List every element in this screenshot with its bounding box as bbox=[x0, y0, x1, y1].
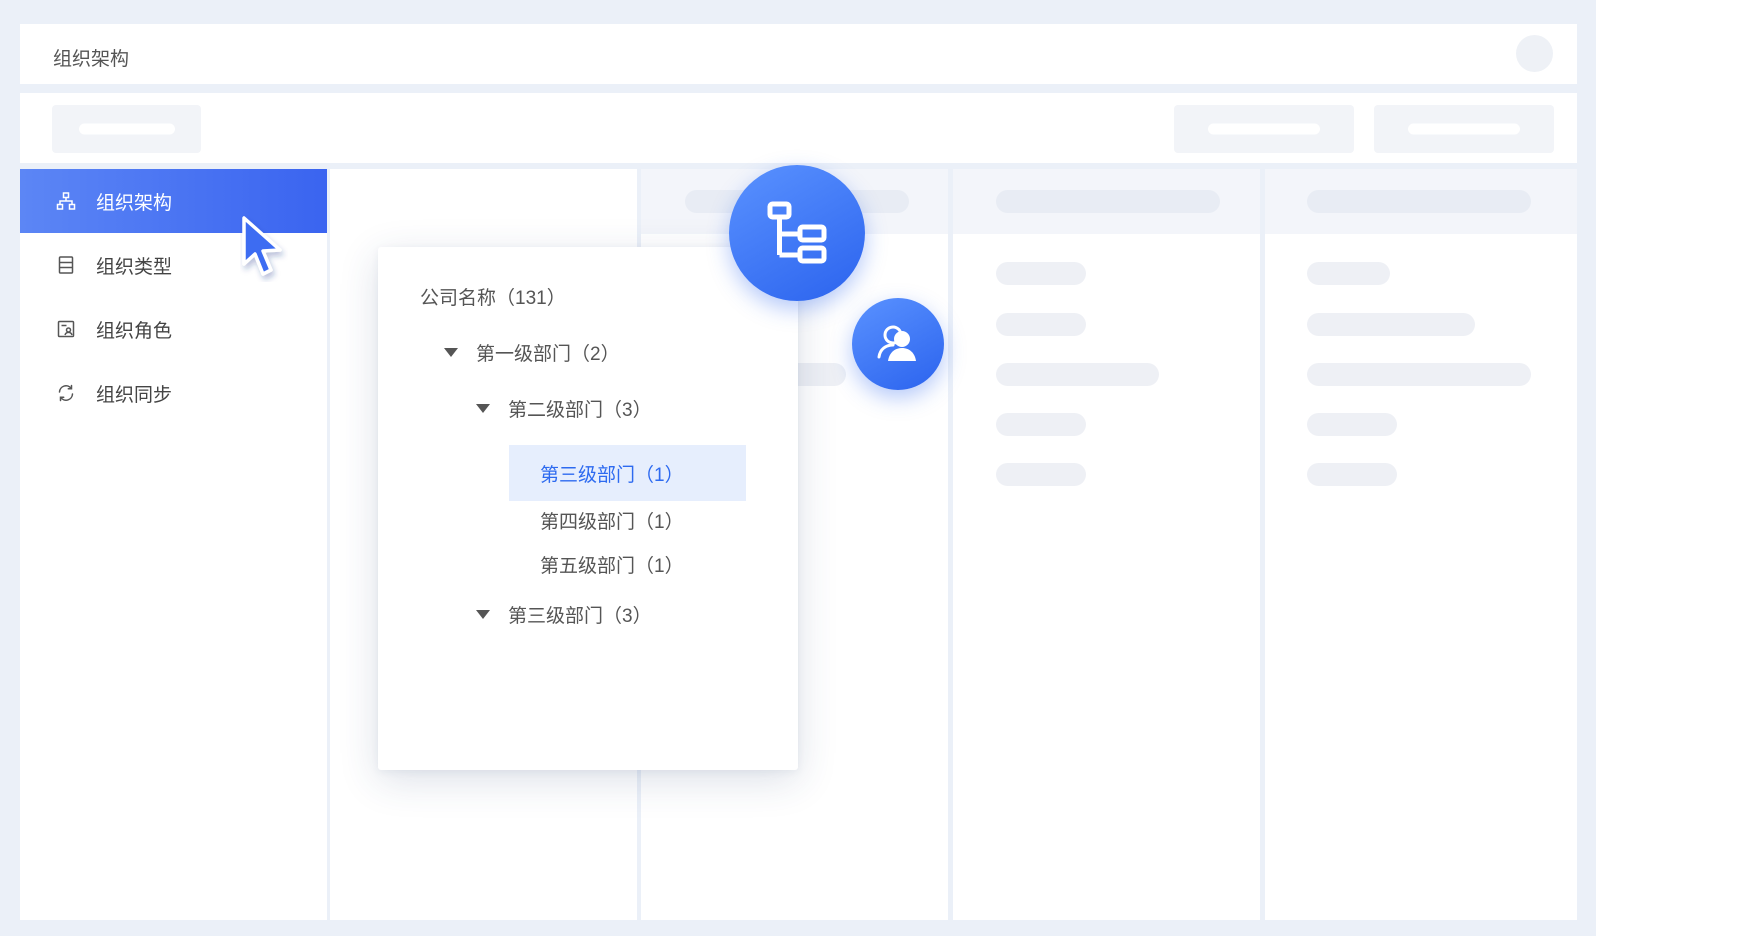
cell-placeholder bbox=[1307, 262, 1390, 285]
tree-node-level3b[interactable]: 第三级部门（3） bbox=[476, 599, 652, 629]
placeholder-line bbox=[1408, 123, 1520, 135]
tree-node-label: 第四级部门（1） bbox=[540, 511, 684, 533]
page-title: 组织架构 bbox=[53, 49, 130, 70]
tree-node-level2[interactable]: 第二级部门（3） bbox=[476, 393, 652, 423]
tree-node-label: 公司名称（131） bbox=[420, 287, 566, 309]
tree-node-label: 第二级部门（3） bbox=[508, 399, 652, 421]
tree-node-label: 第三级部门（1） bbox=[540, 464, 684, 486]
caret-down-icon[interactable] bbox=[444, 347, 458, 357]
data-column bbox=[1265, 169, 1577, 920]
tree-root[interactable]: 公司名称（131） bbox=[420, 281, 566, 311]
cell-placeholder bbox=[996, 313, 1086, 336]
org-structure-icon bbox=[767, 201, 827, 264]
sidebar-item-org-sync[interactable]: 组织同步 bbox=[20, 361, 327, 425]
mouse-pointer-icon bbox=[242, 216, 282, 276]
toolbar-placeholder-left[interactable] bbox=[52, 105, 201, 153]
sidebar-item-label: 组织角色 bbox=[96, 320, 173, 342]
tree-node-label: 第三级部门（3） bbox=[508, 605, 652, 627]
caret-down-icon[interactable] bbox=[476, 403, 490, 413]
tree-node-level1[interactable]: 第一级部门（2） bbox=[444, 337, 620, 367]
user-group-icon bbox=[877, 325, 916, 361]
column-header bbox=[953, 169, 1260, 234]
header-placeholder bbox=[1307, 190, 1531, 213]
cell-placeholder bbox=[1307, 363, 1531, 386]
cell-placeholder bbox=[1307, 313, 1475, 336]
cell-placeholder bbox=[996, 262, 1086, 285]
sidebar-item-label: 组织架构 bbox=[96, 192, 173, 214]
sync-icon bbox=[56, 383, 76, 403]
tree-node-level4[interactable]: 第四级部门（1） bbox=[540, 505, 684, 535]
role-card-icon bbox=[56, 319, 76, 339]
list-doc-icon bbox=[56, 255, 76, 275]
app-frame: 组织架构 组织架构 组织类型 组织角色 组织同步 bbox=[0, 0, 1596, 936]
toolbar bbox=[20, 93, 1577, 163]
cell-placeholder bbox=[996, 463, 1086, 486]
cell-placeholder bbox=[996, 413, 1086, 436]
placeholder-line bbox=[78, 123, 175, 135]
data-column bbox=[953, 169, 1260, 920]
sidebar-item-label: 组织同步 bbox=[96, 384, 173, 406]
tree-node-level5[interactable]: 第五级部门（1） bbox=[540, 549, 684, 579]
cell-placeholder bbox=[996, 363, 1159, 386]
caret-down-icon[interactable] bbox=[476, 609, 490, 619]
org-tree-popup: 公司名称（131） 第一级部门（2） 第二级部门（3） 第三级部门（1） 第四级… bbox=[378, 247, 798, 770]
user-group-badge bbox=[852, 298, 944, 390]
org-chart-icon bbox=[56, 191, 76, 211]
avatar[interactable] bbox=[1516, 35, 1553, 72]
sidebar-item-org-role[interactable]: 组织角色 bbox=[20, 297, 327, 361]
tree-node-label: 第一级部门（2） bbox=[476, 343, 620, 365]
toolbar-placeholder-button[interactable] bbox=[1174, 105, 1354, 153]
sidebar-item-label: 组织类型 bbox=[96, 256, 173, 278]
header-placeholder bbox=[996, 190, 1220, 213]
placeholder-line bbox=[1208, 123, 1320, 135]
tree-node-selected[interactable]: 第三级部门（1） bbox=[509, 445, 746, 501]
cell-placeholder bbox=[1307, 413, 1397, 436]
toolbar-placeholder-button[interactable] bbox=[1374, 105, 1554, 153]
tree-node-label: 第五级部门（1） bbox=[540, 555, 684, 577]
column-header bbox=[1265, 169, 1577, 234]
org-structure-badge bbox=[729, 165, 865, 301]
title-bar: 组织架构 bbox=[20, 24, 1577, 84]
cell-placeholder bbox=[1307, 463, 1397, 486]
